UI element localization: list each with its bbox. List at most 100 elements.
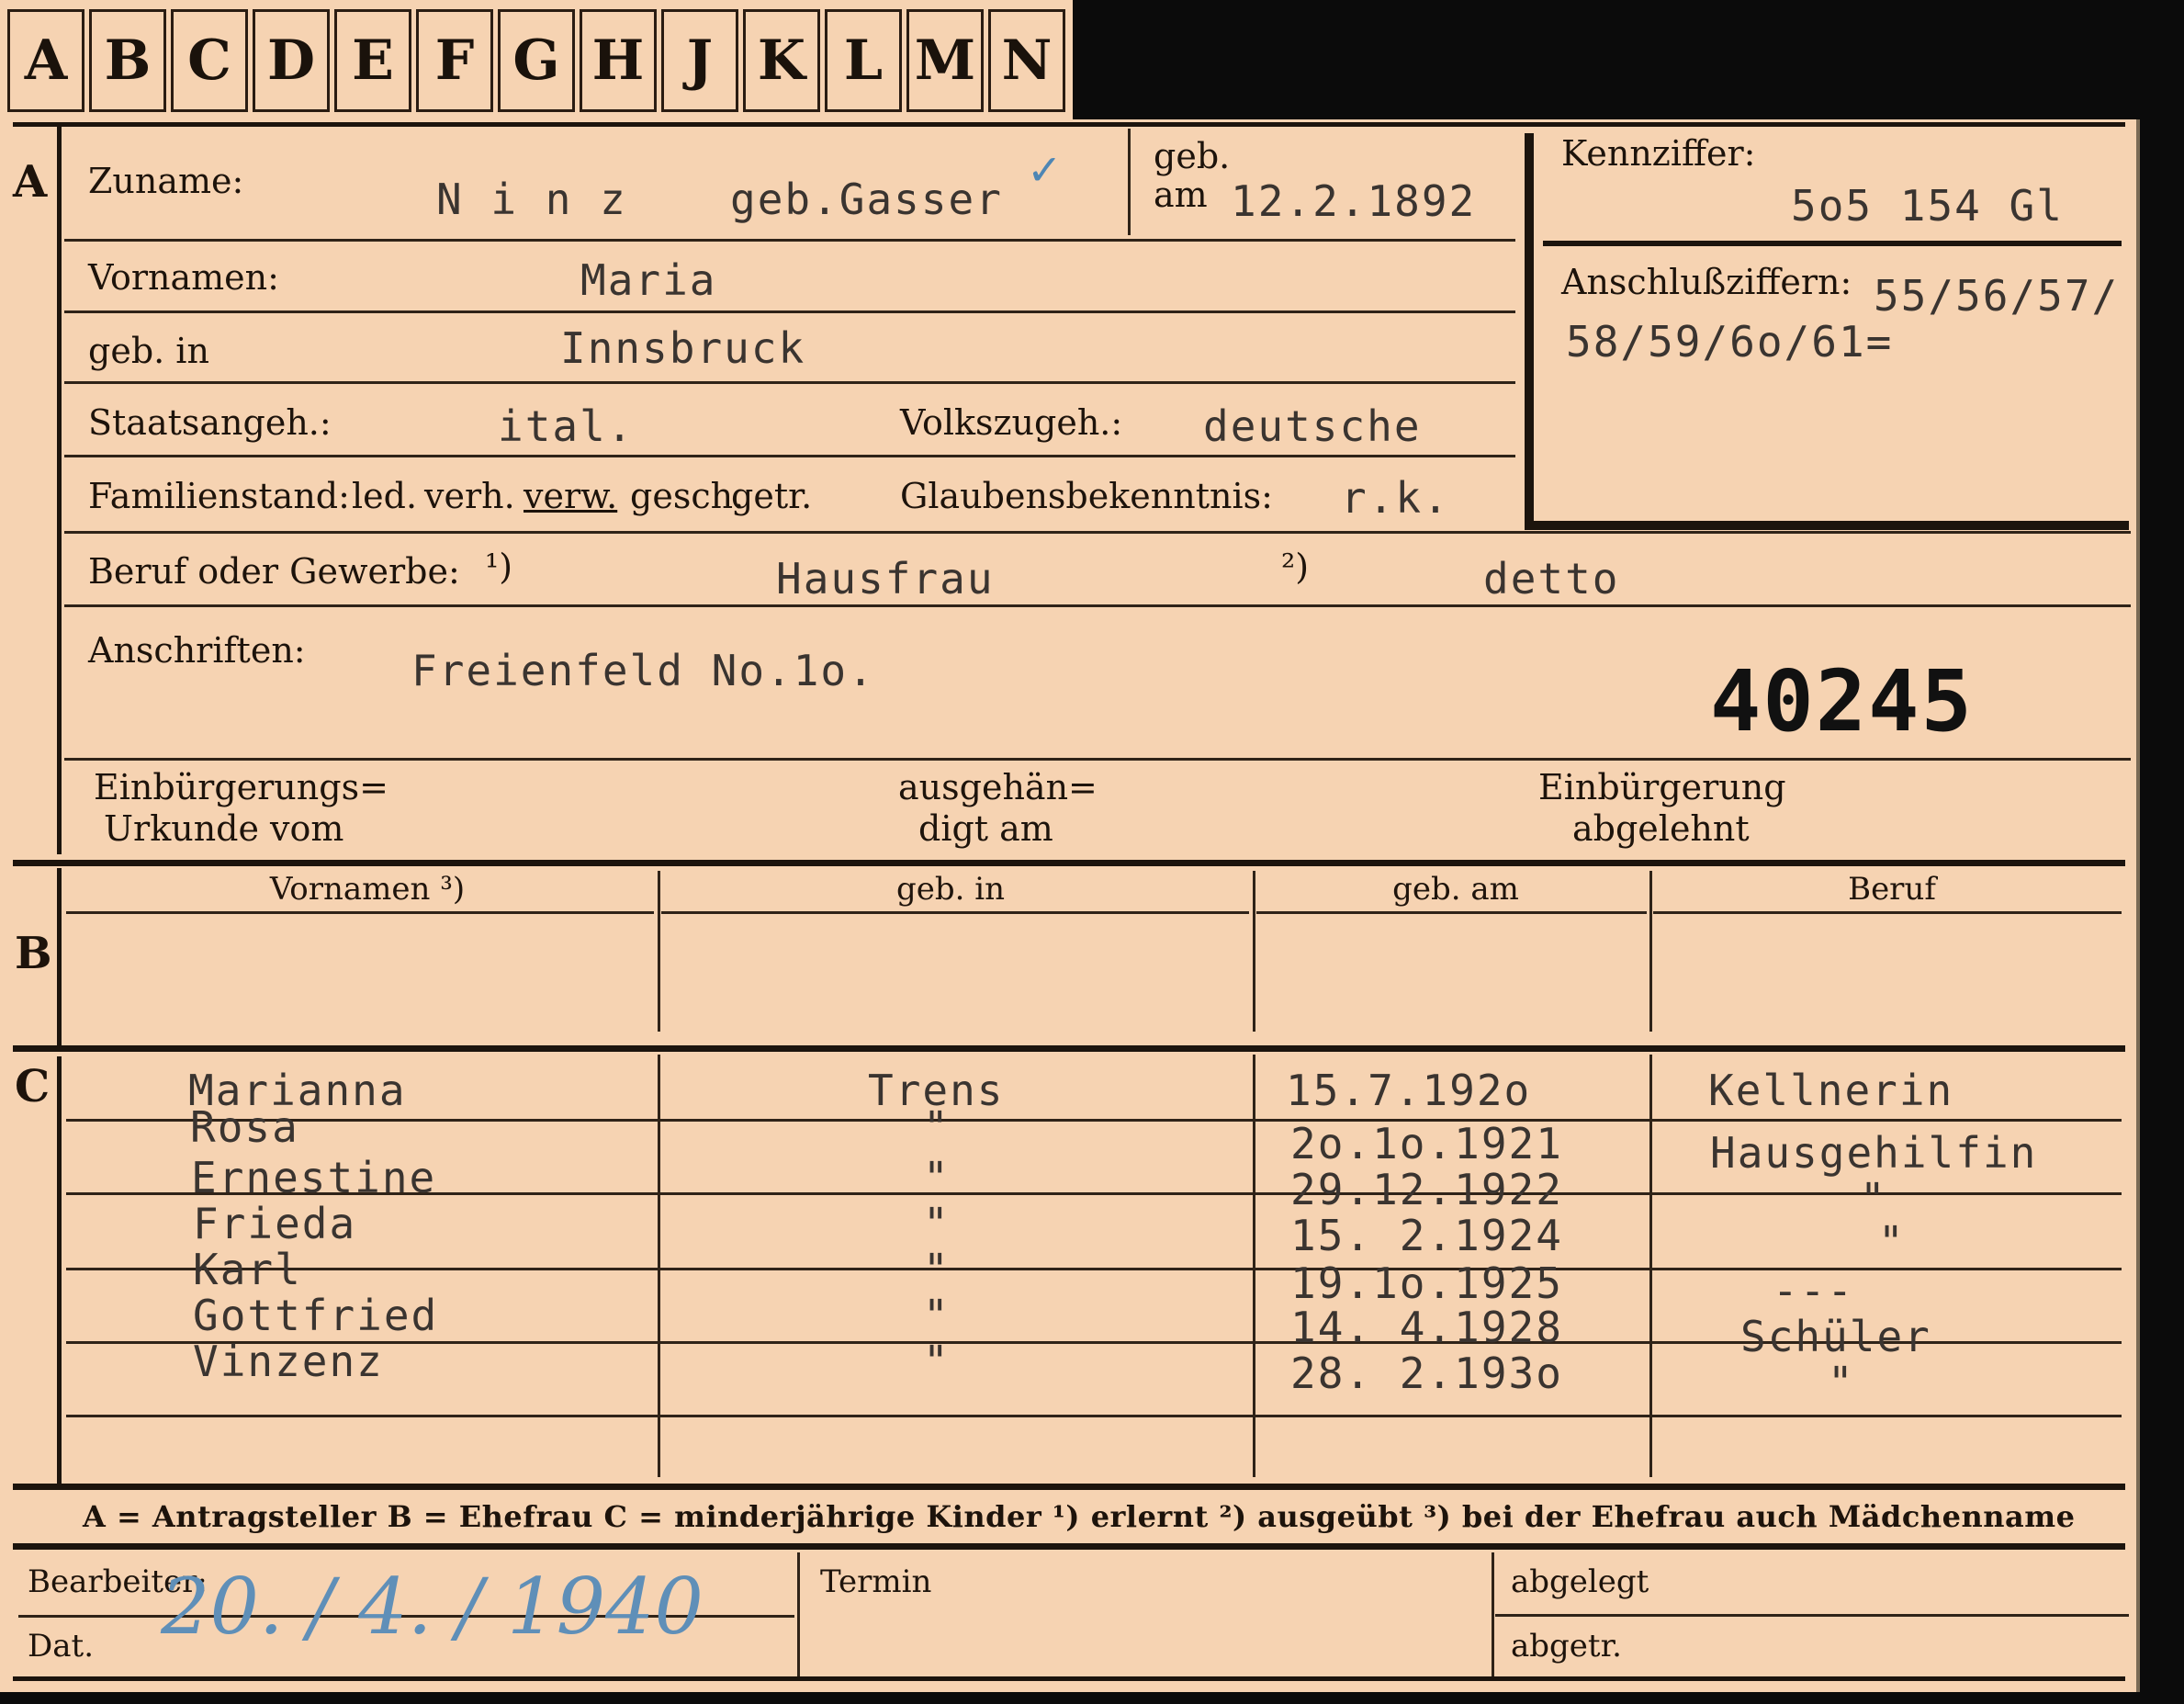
- value-anschluss-2: 58/59/6o/61=: [1566, 317, 1894, 367]
- child-name: Ernestine: [191, 1153, 437, 1202]
- child-job: Hausgehilfin: [1710, 1128, 2038, 1178]
- tab-f[interactable]: F: [416, 9, 493, 112]
- value-geb-in: Innsbruck: [560, 323, 806, 373]
- child-date: 29.12.1922: [1290, 1165, 1563, 1214]
- col-head-geb-am: geb. am: [1392, 871, 1519, 908]
- child-date: 19.1o.1925: [1290, 1258, 1563, 1308]
- index-tabs: A B C D E F G H J K L M N: [0, 0, 1073, 119]
- child-job: Schüler: [1740, 1312, 1931, 1361]
- child-name: Frieda: [193, 1199, 357, 1248]
- tab-a[interactable]: A: [7, 9, 84, 112]
- tab-n[interactable]: N: [988, 9, 1065, 112]
- section-letter-c: C: [15, 1061, 51, 1112]
- child-place: ": [923, 1102, 951, 1152]
- label-am: am: [1154, 175, 1208, 215]
- label-einb-abgelehnt-1: Einbürgerung: [1538, 767, 1786, 807]
- child-place: ": [923, 1245, 951, 1294]
- child-job: ---: [1773, 1266, 1855, 1315]
- c-row-rule-1: [66, 1119, 2122, 1122]
- rule-geb-in-top: [64, 310, 1515, 313]
- beruf-note-1: ¹): [485, 547, 513, 587]
- fam-opt-getr: getr.: [731, 476, 813, 516]
- label-familienstand: Familienstand:: [88, 476, 350, 516]
- footer-divider-1: [797, 1552, 800, 1681]
- footer-divider-2: [1492, 1552, 1494, 1681]
- child-place: ": [923, 1199, 951, 1248]
- label-zuname: Zuname:: [88, 161, 244, 201]
- col-head-vornamen: Vornamen ³): [269, 871, 466, 908]
- label-einb-urkunde-1: Einbürgerungs=: [94, 767, 388, 807]
- check-mark: ✓: [1027, 145, 1063, 195]
- child-date: 28. 2.193o: [1290, 1349, 1563, 1398]
- child-name: Gottfried: [193, 1291, 439, 1340]
- value-staatsangeh: ital.: [498, 401, 635, 451]
- legend-top-rule: [13, 1484, 2125, 1490]
- tab-k[interactable]: K: [743, 9, 820, 112]
- child-place: ": [923, 1337, 951, 1386]
- rule-einb-top: [64, 758, 2131, 761]
- col-head-rule-4: [1653, 911, 2122, 914]
- label-geb: geb.: [1154, 136, 1231, 176]
- label-abgetr: abgetr.: [1511, 1628, 1622, 1665]
- rule-anschrift-top: [64, 604, 2131, 607]
- section-c-top: [13, 1045, 2125, 1052]
- child-date: 14. 4.1928: [1290, 1303, 1563, 1352]
- child-date: 15.7.192o: [1286, 1066, 1532, 1115]
- tab-l[interactable]: L: [825, 9, 902, 112]
- card-bottom-rule: [13, 1676, 2125, 1681]
- tab-m[interactable]: M: [906, 9, 984, 112]
- margin-rule-b: [57, 868, 62, 1047]
- fam-opt-led: led.: [352, 476, 418, 516]
- b-col-divider-2: [1253, 871, 1255, 1032]
- tab-d[interactable]: D: [253, 9, 330, 112]
- b-col-divider-3: [1649, 871, 1652, 1032]
- footer-rule-right: [1495, 1614, 2129, 1617]
- section-b-top: [13, 860, 2125, 866]
- col-head-rule-2: [661, 911, 1249, 914]
- child-job: ": [1878, 1217, 1906, 1267]
- value-zuname: N i n z: [436, 175, 627, 224]
- value-volkszugeh: deutsche: [1203, 401, 1422, 451]
- label-einb-abgelehnt-2: abgelehnt: [1572, 808, 1750, 849]
- child-job: ": [1828, 1358, 1855, 1407]
- child-name: Rosa: [190, 1102, 299, 1152]
- beruf-note-2: ²): [1281, 547, 1310, 587]
- value-vornamen: Maria: [580, 255, 717, 305]
- tab-e[interactable]: E: [334, 9, 411, 112]
- value-glaube: r.k.: [1341, 473, 1450, 523]
- section-letter-b: B: [15, 928, 52, 979]
- handwritten-date: 20. / 4. / 1940: [161, 1562, 704, 1652]
- c-col-divider-2: [1253, 1055, 1255, 1477]
- child-place: ": [923, 1153, 951, 1202]
- child-name: Karl: [193, 1245, 302, 1294]
- label-dat: Dat.: [28, 1628, 95, 1665]
- geb-divider: [1128, 129, 1131, 235]
- c-col-divider-3: [1649, 1055, 1652, 1477]
- value-beruf-erlernt: Hausfrau: [776, 554, 995, 604]
- rule-vornamen-top: [64, 239, 1515, 242]
- child-date: 2o.1o.1921: [1290, 1119, 1563, 1168]
- label-abgelegt: abgelegt: [1511, 1563, 1649, 1600]
- margin-rule-a: [57, 124, 62, 854]
- child-name: Vinzenz: [193, 1337, 384, 1386]
- value-kennziffer: 5o5 154 Gl: [1791, 181, 2064, 231]
- tab-b[interactable]: B: [89, 9, 166, 112]
- label-volkszugeh: Volkszugeh.:: [900, 402, 1123, 443]
- fam-opt-verh: verh.: [424, 476, 515, 516]
- child-place: ": [923, 1291, 951, 1340]
- tab-h[interactable]: H: [580, 9, 657, 112]
- value-anschluss-1: 55/56/57/: [1874, 271, 2120, 321]
- label-glaube: Glaubensbekenntnis:: [900, 476, 1273, 516]
- label-geb-in: geb. in: [88, 331, 209, 371]
- child-date: 15. 2.1924: [1290, 1211, 1563, 1260]
- label-einb-urkunde-2: Urkunde vom: [104, 808, 344, 849]
- b-col-divider-1: [658, 871, 660, 1032]
- tab-g[interactable]: G: [498, 9, 575, 112]
- value-beruf-ausgeuebt: detto: [1483, 554, 1620, 604]
- tab-j[interactable]: J: [661, 9, 738, 112]
- value-geb-date: 12.2.1892: [1231, 176, 1477, 226]
- col-head-rule-3: [1256, 911, 1647, 914]
- fam-opt-gesch: gesch.: [630, 476, 745, 516]
- tab-c[interactable]: C: [171, 9, 248, 112]
- legend: A = Antragsteller B = Ehefrau C = minder…: [83, 1499, 2076, 1534]
